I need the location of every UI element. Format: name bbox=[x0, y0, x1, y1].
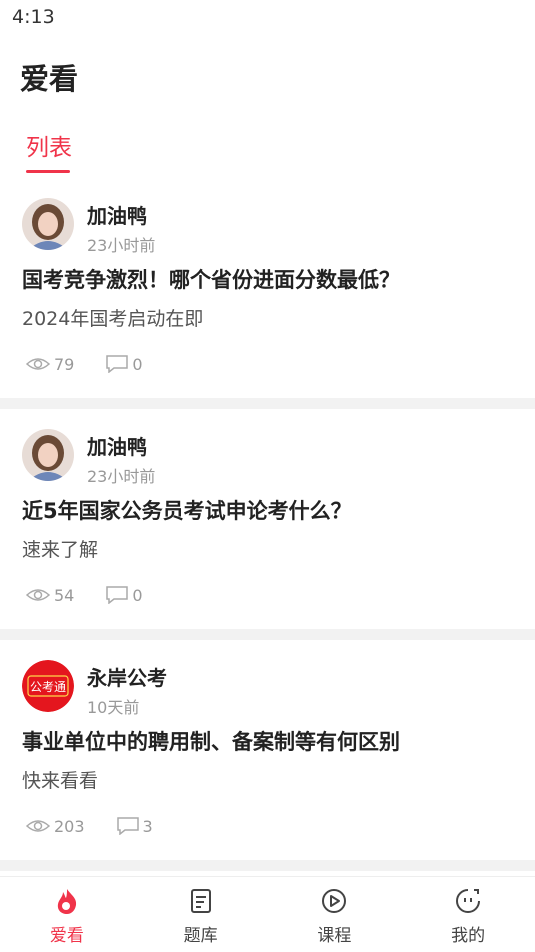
fire-icon bbox=[57, 889, 76, 914]
comment-count-value: 3 bbox=[142, 816, 153, 836]
view-count-value: 79 bbox=[54, 354, 75, 374]
eye-icon bbox=[26, 589, 50, 601]
post-time: 23小时前 bbox=[87, 467, 156, 486]
author-name[interactable]: 加油鸭 bbox=[87, 431, 147, 460]
post-feed: 加油鸭 23小时前 国考竞争激烈！哪个省份进面分数最低？ 2024年国考启动在即… bbox=[0, 178, 535, 871]
tab-active-indicator bbox=[26, 170, 70, 173]
divider bbox=[0, 629, 535, 640]
author-name[interactable]: 加油鸭 bbox=[87, 200, 147, 229]
post-subtitle: 快来看看 bbox=[22, 770, 99, 792]
post-subtitle: 速来了解 bbox=[22, 539, 99, 561]
comment-count-value: 0 bbox=[132, 585, 143, 605]
avatar-logo-text: 公考通 bbox=[30, 680, 66, 694]
comment-icon bbox=[106, 355, 129, 373]
status-time: 4:13 bbox=[12, 6, 55, 28]
post-subtitle: 2024年国考启动在即 bbox=[22, 308, 204, 330]
nav-item-courses[interactable]: 课程 bbox=[268, 877, 402, 952]
post-time: 10天前 bbox=[87, 698, 140, 717]
comment-icon bbox=[106, 586, 129, 604]
post-title[interactable]: 近5年国家公务员考试申论考什么？ bbox=[22, 495, 352, 525]
play-circle-icon bbox=[322, 889, 347, 913]
view-count: 79 bbox=[26, 355, 74, 374]
post-title[interactable]: 国考竞争激烈！哪个省份进面分数最低？ bbox=[22, 264, 400, 294]
view-count: 54 bbox=[26, 586, 74, 605]
eye-icon bbox=[26, 820, 50, 832]
post-card[interactable]: 加油鸭 23小时前 近5年国家公务员考试申论考什么？ 速来了解 54 0 bbox=[0, 409, 535, 629]
nav-item-aikan[interactable]: 爱看 bbox=[0, 877, 134, 952]
view-count: 203 bbox=[26, 817, 85, 836]
avatar[interactable] bbox=[22, 198, 74, 250]
nav-label: 题库 bbox=[183, 926, 218, 946]
post-stats: 79 0 bbox=[26, 353, 175, 375]
eye-icon bbox=[26, 358, 50, 370]
post-title[interactable]: 事业单位中的聘用制、备案制等有何区别 bbox=[22, 726, 400, 756]
tab-list[interactable]: 列表 bbox=[26, 128, 72, 162]
nav-item-profile[interactable]: 我的 bbox=[401, 877, 535, 952]
nav-label: 我的 bbox=[451, 926, 486, 946]
view-count-value: 54 bbox=[54, 585, 75, 605]
comment-count[interactable]: 3 bbox=[116, 816, 153, 836]
post-card[interactable]: 公考通 永岸公考 10天前 事业单位中的聘用制、备案制等有何区别 快来看看 20… bbox=[0, 640, 535, 860]
page-title: 爱看 bbox=[20, 62, 79, 96]
avatar[interactable]: 公考通 bbox=[22, 660, 74, 712]
status-bar: 4:13 bbox=[0, 0, 535, 36]
post-time: 23小时前 bbox=[87, 236, 156, 255]
profile-face-icon bbox=[456, 889, 481, 913]
post-card[interactable]: 加油鸭 23小时前 国考竞争激烈！哪个省份进面分数最低？ 2024年国考启动在即… bbox=[0, 178, 535, 398]
view-count-value: 203 bbox=[54, 816, 85, 836]
nav-label: 爱看 bbox=[49, 926, 84, 946]
avatar[interactable] bbox=[22, 429, 74, 481]
bottom-nav: 爱看 题库 课程 我的 bbox=[0, 876, 535, 952]
comment-icon bbox=[116, 817, 139, 835]
divider bbox=[0, 860, 535, 871]
comment-count[interactable]: 0 bbox=[106, 585, 143, 605]
divider bbox=[0, 398, 535, 409]
comment-count-value: 0 bbox=[132, 354, 143, 374]
post-stats: 203 3 bbox=[26, 815, 185, 837]
question-bank-icon bbox=[190, 889, 211, 913]
author-name[interactable]: 永岸公考 bbox=[87, 662, 167, 691]
nav-label: 课程 bbox=[317, 926, 352, 946]
tab-strip: 列表 bbox=[0, 124, 535, 176]
post-stats: 54 0 bbox=[26, 584, 175, 606]
comment-count[interactable]: 0 bbox=[106, 354, 143, 374]
nav-item-question-bank[interactable]: 题库 bbox=[134, 877, 268, 952]
